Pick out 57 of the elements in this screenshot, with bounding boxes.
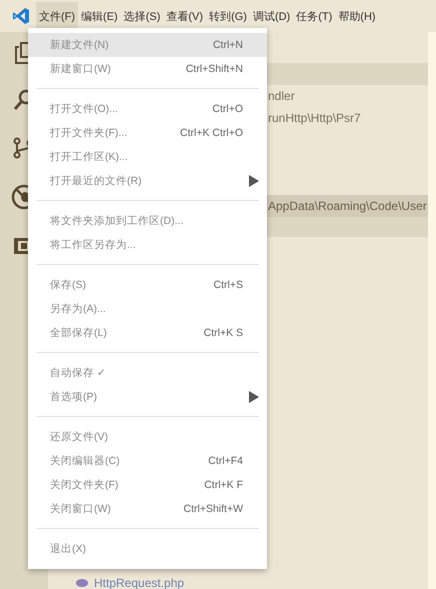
menu-item-label: 打开文件夹(F)... — [50, 126, 128, 140]
menu-item[interactable]: 全部保存(L) Ctrl+K S — [28, 321, 267, 345]
menu-item[interactable]: 将文件夹添加到工作区(D)... — [28, 209, 267, 233]
menu-bar-item[interactable]: 文件(F) — [36, 2, 78, 30]
menu-item-label: 将工作区另存为... — [50, 238, 137, 252]
menu-item[interactable]: 打开工作区(K)... — [28, 145, 267, 169]
menu-item[interactable]: 保存(S) Ctrl+S — [28, 273, 267, 297]
menu-bar-item[interactable]: 选择(S) — [120, 2, 164, 30]
menu-item[interactable]: 打开文件夹(F)... Ctrl+K Ctrl+O — [28, 121, 267, 145]
shortcut-text: Ctrl+K F — [204, 479, 243, 491]
shortcut-text: Ctrl+Shift+W — [183, 503, 243, 515]
shortcut-text: Ctrl+Shift+N — [186, 63, 243, 75]
menu-item[interactable]: 新建窗口(W) Ctrl+Shift+N — [28, 57, 267, 81]
menu-item[interactable]: 新建文件(N) Ctrl+N — [28, 33, 267, 57]
menu-item[interactable]: 首选项(P) — [28, 385, 267, 409]
menu-item-label: 关闭窗口(W) — [50, 502, 112, 516]
shortcut-text: Ctrl+K Ctrl+O — [180, 127, 243, 139]
shortcut-text: Ctrl+S — [214, 279, 243, 291]
menu-item-label: 打开最近的文件(R) — [50, 174, 143, 188]
menu-item-label: 首选项(P) — [50, 390, 98, 404]
submenu-arrow-icon — [249, 175, 259, 187]
menu-item-label: 新建窗口(W) — [50, 62, 112, 76]
menu-item[interactable]: 关闭窗口(W) Ctrl+Shift+W — [28, 497, 267, 521]
menu-bar-item[interactable]: 任务(T) — [293, 2, 336, 30]
shortcut-text: Ctrl+K S — [204, 327, 243, 339]
menu-item-label: 将文件夹添加到工作区(D)... — [50, 214, 184, 228]
menu-item-label: 保存(S) — [50, 278, 87, 292]
shortcut-text: Ctrl+N — [212, 39, 243, 51]
menu-bar-item[interactable]: 调试(D) — [250, 2, 294, 30]
menu-item[interactable]: 退出(X) — [28, 537, 267, 561]
submenu-arrow-icon — [249, 391, 259, 403]
menu-item-label: 全部保存(L) — [50, 326, 108, 340]
menu-item-label: 自动保存 ✓ — [50, 366, 107, 380]
menu-item[interactable]: 打开最近的文件(R) — [28, 169, 267, 193]
shortcut-text: Ctrl+F4 — [208, 455, 243, 467]
menu-item-label: 打开文件(O)... — [50, 102, 119, 116]
menu-item-label: 另存为(A)... — [50, 302, 107, 316]
menu-item[interactable]: 还原文件(V) — [28, 425, 267, 449]
menu-bar-item[interactable]: 查看(V) — [163, 2, 206, 30]
menu-item-label: 打开工作区(K)... — [50, 150, 129, 164]
menu-bar-item[interactable]: 编辑(E) — [78, 2, 121, 30]
menu-bar-item[interactable]: 转到(G) — [206, 2, 250, 30]
menu-item[interactable]: 关闭文件夹(F) Ctrl+K F — [28, 473, 267, 497]
menu-item-label: 关闭文件夹(F) — [50, 478, 120, 492]
menu-item[interactable]: 自动保存 ✓ — [28, 361, 267, 385]
menu-item-label: 新建文件(N) — [50, 38, 110, 52]
menu-item[interactable]: 将工作区另存为... — [28, 233, 267, 257]
php-file-icon — [76, 578, 88, 588]
menu-bar-item[interactable]: 帮助(H) — [335, 2, 379, 30]
menu-item-label: 关闭编辑器(C) — [50, 454, 121, 468]
menu-item-label: 退出(X) — [50, 542, 87, 556]
menu-item[interactable]: 另存为(A)... — [28, 297, 267, 321]
menu-item-label: 还原文件(V) — [50, 430, 109, 444]
menu-item[interactable]: 关闭编辑器(C) Ctrl+F4 — [28, 449, 267, 473]
app-logo-icon — [12, 7, 30, 25]
menu-item[interactable]: 打开文件(O)... Ctrl+O — [28, 97, 267, 121]
shortcut-text: Ctrl+O — [212, 103, 243, 115]
